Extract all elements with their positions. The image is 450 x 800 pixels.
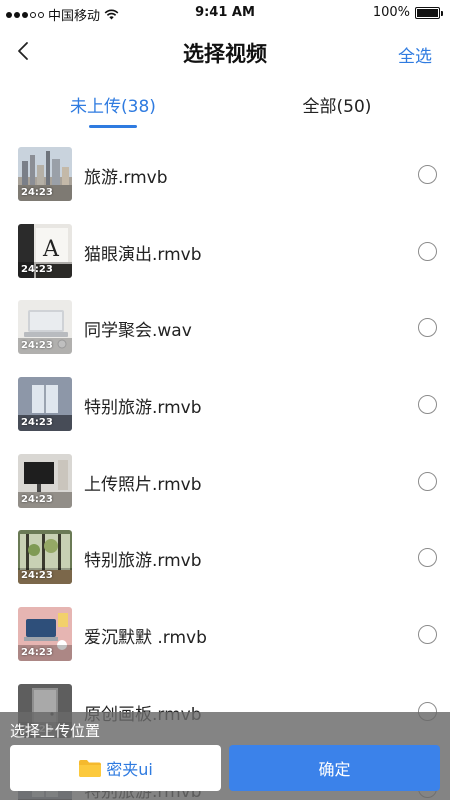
video-duration: 24:23 [21,263,53,275]
video-duration: 24:23 [21,493,53,505]
status-bar: 中国移动 9:41 AM 100% [0,0,450,26]
video-list: 24:23 旅游.rmvb A 24:23 猫眼演出.rmvb 24:23 同学聚会.wav… [0,137,450,800]
video-name: 特别旅游.rmvb [84,551,202,572]
video-list-item[interactable]: 24:23 特别旅游.rmvb [0,520,450,597]
upload-location-label: 选择上传位置 [10,722,101,740]
video-name: 爱沉默默 .rmvb [84,628,207,649]
select-radio-button[interactable] [418,625,437,645]
svg-text:A: A [42,237,60,262]
select-radio-button[interactable] [418,395,437,415]
tab-all[interactable]: 全部(50) [257,92,417,117]
video-list-item[interactable]: 24:23 特别旅游.rmvb [0,367,450,444]
video-thumbnail: 24:23 [18,377,72,432]
page-title: 选择视频 [183,42,267,66]
select-radio-button[interactable] [418,548,437,568]
tab-not-uploaded[interactable]: 未上传(38) [33,92,193,117]
video-list-item[interactable]: A 24:23 猫眼演出.rmvb [0,214,450,291]
video-duration: 24:23 [21,340,53,352]
folder-icon [79,759,102,777]
video-list-item[interactable]: 24:23 爱沉默默 .rmvb [0,597,450,674]
video-thumbnail: 24:23 [18,607,72,662]
battery-icon [415,6,443,19]
battery-status: 100% [372,5,443,20]
select-radio-button[interactable] [418,471,437,491]
select-radio-button[interactable] [418,318,437,338]
battery-percent: 100% [372,5,410,20]
video-duration: 24:23 [21,187,53,198]
video-list-item[interactable]: 24:23 旅游.rmvb [0,137,450,214]
tab-bar: 未上传(38) 全部(50) [0,86,450,132]
video-thumbnail: 24:23 [18,300,72,355]
video-name: 同学聚会.wav [84,321,192,342]
video-list-item[interactable]: 24:23 同学聚会.wav [0,290,450,367]
confirm-button[interactable]: 确定 [229,745,440,791]
select-all-button[interactable]: 全选 [398,42,432,67]
folder-name: 密夹ui [106,760,153,779]
video-list-item[interactable]: 24:23 上传照片.rmvb [0,444,450,521]
video-name: 上传照片.rmvb [84,474,202,495]
video-thumbnail: A 24:23 [18,223,72,278]
folder-select-button[interactable]: 密夹ui [10,745,221,791]
upload-location-panel: 选择上传位置 密夹ui 确定 [0,712,450,800]
select-radio-button[interactable] [418,165,437,184]
confirm-label: 确定 [318,760,351,779]
video-name: 旅游.rmvb [84,168,168,188]
video-duration: 24:23 [21,647,53,659]
nav-bar: 选择视频 全选 [0,26,450,76]
video-duration: 24:23 [21,570,53,582]
select-radio-button[interactable] [418,241,437,261]
active-tab-indicator [89,125,137,128]
video-thumbnail: 24:23 [18,530,72,585]
video-name: 特别旅游.rmvb [84,398,202,419]
video-duration: 24:23 [21,417,53,429]
video-thumbnail: 24:23 [18,453,72,508]
video-name: 猫眼演出.rmvb [84,244,202,265]
video-thumbnail: 24:23 [18,147,72,201]
